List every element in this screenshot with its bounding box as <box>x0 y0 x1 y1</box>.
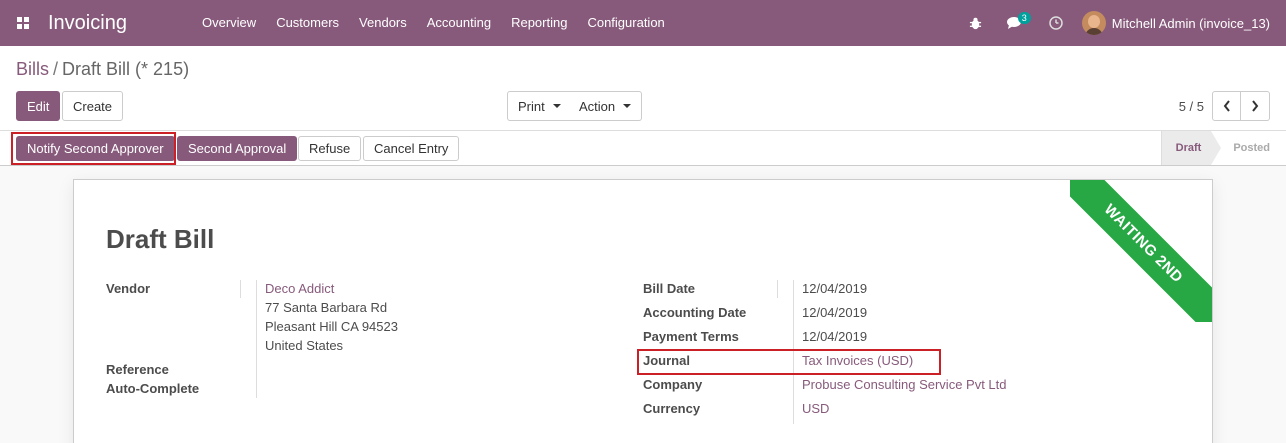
company-label: Company <box>643 377 703 392</box>
currency-label: Currency <box>643 401 701 416</box>
print-label: Print <box>518 98 545 114</box>
stage-pipeline: Draft Posted <box>1160 131 1286 165</box>
status-bar: Notify Second Approver Second Approval R… <box>0 131 1286 166</box>
systray: 3 Mitchell Admin (invoice_13) <box>956 0 1286 46</box>
vendor-address-line2: Pleasant Hill CA 94523 <box>265 319 398 334</box>
pager-next-button[interactable] <box>1241 91 1270 121</box>
pager-value[interactable]: 5 / 5 <box>1179 99 1204 114</box>
status-ribbon: WAITING 2ND <box>1070 180 1212 322</box>
bill-date-label: Bill Date <box>643 281 696 296</box>
messages-count-badge: 3 <box>1017 12 1031 24</box>
journal-link[interactable]: Tax Invoices (USD) <box>802 351 913 370</box>
menu-vendors[interactable]: Vendors <box>349 0 417 46</box>
form-sheet: WAITING 2ND Draft Bill Vendor Deco Addic… <box>73 179 1213 443</box>
vendor-address-line1: 77 Santa Barbara Rd <box>265 300 388 315</box>
company-link[interactable]: Probuse Consulting Service Pvt Ltd <box>802 375 1007 394</box>
refuse-button[interactable]: Refuse <box>298 136 362 161</box>
pager-previous-button[interactable] <box>1212 91 1241 121</box>
breadcrumb-bills[interactable]: Bills <box>16 59 49 79</box>
main-menu: Overview Customers Vendors Accounting Re… <box>192 0 675 46</box>
apps-menu-icon[interactable] <box>0 0 46 46</box>
control-panel: Bills / Draft Bill (* 215) Edit Create Pri… <box>0 46 1286 131</box>
cancel-entry-button[interactable]: Cancel Entry <box>363 136 460 161</box>
print-dropdown[interactable]: Print <box>507 91 572 121</box>
clock-icon[interactable] <box>1036 0 1076 46</box>
accounting-date-label: Accounting Date <box>643 305 747 320</box>
chevron-right-icon <box>1252 100 1259 112</box>
field-divider <box>240 280 241 298</box>
caret-down-icon <box>552 104 561 108</box>
second-approval-button[interactable]: Second Approval <box>177 136 298 161</box>
breadcrumb-current: Draft Bill (* 215) <box>62 59 190 79</box>
vendor-country: United States <box>265 338 344 353</box>
field-divider <box>256 280 257 398</box>
field-divider <box>793 280 794 424</box>
reference-label-line1: Reference <box>106 362 169 377</box>
page-title: Draft Bill <box>106 224 215 254</box>
top-navbar: Invoicing Overview Customers Vendors Acc… <box>0 0 1286 46</box>
action-dropdown[interactable]: Action <box>569 91 643 121</box>
menu-reporting[interactable]: Reporting <box>501 0 577 46</box>
accounting-date-value: 12/04/2019 <box>802 305 868 320</box>
messages-icon[interactable]: 3 <box>996 0 1036 46</box>
bill-date-value: 12/04/2019 <box>802 281 868 296</box>
caret-down-icon <box>623 104 632 108</box>
edit-button[interactable]: Edit <box>16 91 61 121</box>
ribbon-label: WAITING 2ND <box>1070 180 1212 322</box>
menu-overview[interactable]: Overview <box>192 0 266 46</box>
vendor-label: Vendor <box>106 281 151 296</box>
breadcrumb: Bills / Draft Bill (* 215) <box>16 59 190 79</box>
stage-posted: Posted <box>1233 142 1270 154</box>
menu-configuration[interactable]: Configuration <box>577 0 674 46</box>
vendor-name-link[interactable]: Deco Addict <box>265 279 334 298</box>
action-label: Action <box>579 98 616 114</box>
currency-link[interactable]: USD <box>802 399 829 418</box>
reference-label-line2: Auto-Complete <box>106 381 200 396</box>
chevron-left-icon <box>1223 100 1230 112</box>
field-divider <box>777 280 778 298</box>
bug-icon[interactable] <box>956 0 996 46</box>
user-name: Mitchell Admin (invoice_13) <box>1111 15 1270 31</box>
avatar <box>1081 11 1106 35</box>
notify-second-approver-button[interactable]: Notify Second Approver <box>16 136 175 161</box>
payment-terms-value: 12/04/2019 <box>802 329 868 344</box>
menu-customers[interactable]: Customers <box>266 0 349 46</box>
app-title[interactable]: Invoicing <box>48 12 192 35</box>
user-menu[interactable]: Mitchell Admin (invoice_13) <box>1076 0 1286 46</box>
journal-label: Journal <box>643 353 690 368</box>
create-button[interactable]: Create <box>62 91 124 121</box>
stage-draft: Draft <box>1160 131 1221 165</box>
payment-terms-label: Payment Terms <box>643 329 739 344</box>
menu-accounting[interactable]: Accounting <box>417 0 501 46</box>
pager: 5 / 5 <box>1179 91 1270 121</box>
